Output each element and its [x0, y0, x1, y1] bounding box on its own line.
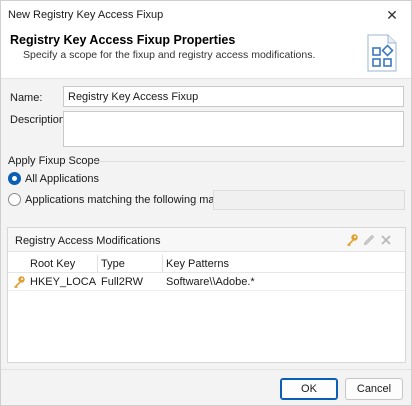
scope-section-title: Apply Fixup Scope [8, 155, 100, 167]
header-title: Registry Key Access Fixup Properties [10, 33, 236, 47]
key-icon[interactable] [345, 233, 359, 247]
mask-label[interactable]: Applications matching the following mask… [25, 194, 229, 206]
modifications-title: Registry Access Modifications [15, 235, 161, 247]
window-title: New Registry Key Access Fixup [8, 9, 164, 21]
scope-divider [93, 161, 405, 162]
header-divider [8, 272, 405, 273]
name-label: Name: [10, 92, 43, 104]
delete-icon[interactable] [379, 233, 393, 247]
cell-key-patterns: Software\\Adobe.* [166, 276, 255, 288]
modifications-header: Registry Access Modifications [8, 228, 405, 252]
column-header-key-patterns[interactable]: Key Patterns [166, 258, 229, 270]
fixup-blocks-icon [367, 34, 397, 72]
cell-root-key: HKEY_LOCAL... [30, 276, 96, 288]
mask-radio[interactable] [8, 193, 21, 206]
button-bar: OK Cancel [1, 369, 411, 405]
description-textarea[interactable] [63, 111, 404, 147]
key-icon [14, 276, 25, 289]
cancel-button[interactable]: Cancel [345, 378, 403, 400]
pencil-icon[interactable] [362, 233, 376, 247]
modifications-panel: Registry Access Modifications Root Key T… [7, 227, 406, 363]
description-label: Description: [10, 114, 69, 126]
cell-type: Full2RW [101, 276, 143, 288]
ok-button[interactable]: OK [280, 378, 338, 400]
column-header-type[interactable]: Type [101, 258, 125, 270]
all-applications-radio[interactable] [8, 172, 21, 185]
mask-input[interactable] [213, 190, 405, 210]
close-icon[interactable]: ✕ [381, 5, 403, 25]
header-subtitle: Specify a scope for the fixup and regist… [23, 49, 316, 61]
header-panel: Registry Key Access Fixup Properties Spe… [1, 29, 411, 79]
name-input[interactable] [63, 86, 404, 107]
column-header-root-key[interactable]: Root Key [30, 258, 75, 270]
column-separator [97, 255, 98, 272]
row-divider [8, 290, 405, 291]
dialog-window: New Registry Key Access Fixup ✕ Registry… [0, 0, 412, 406]
column-separator [162, 255, 163, 272]
title-bar: New Registry Key Access Fixup ✕ [1, 1, 411, 29]
all-applications-label[interactable]: All Applications [25, 173, 99, 185]
